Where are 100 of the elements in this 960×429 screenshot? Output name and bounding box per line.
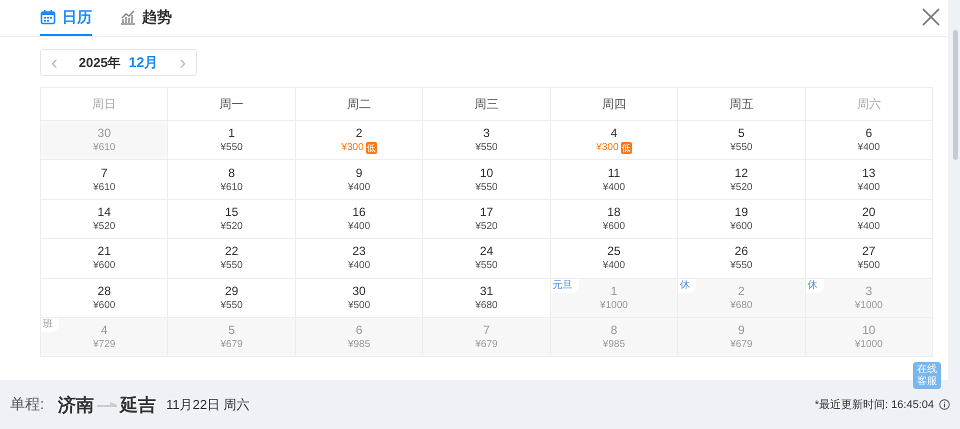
date-cell[interactable]: 24 ¥550 bbox=[423, 239, 551, 279]
price-label: ¥400 bbox=[858, 180, 880, 194]
price-label: ¥610 bbox=[93, 180, 116, 194]
price-label: ¥985 bbox=[602, 338, 626, 352]
day-number: 21 bbox=[98, 244, 111, 260]
date-cell[interactable]: 31 ¥680 bbox=[423, 278, 551, 318]
chart-icon bbox=[120, 9, 136, 25]
date-cell[interactable]: 21 ¥600 bbox=[41, 239, 168, 279]
day-number: 18 bbox=[607, 204, 621, 220]
day-number: 23 bbox=[352, 244, 366, 260]
price-label: ¥550 bbox=[730, 141, 752, 154]
travel-date: 11月22日 周六 bbox=[166, 396, 250, 414]
date-cell[interactable]: 1 ¥550 bbox=[168, 121, 296, 160]
date-cell[interactable]: 13 ¥400 bbox=[806, 160, 933, 200]
arrow-icon bbox=[97, 402, 118, 407]
price-label: ¥550 bbox=[730, 259, 752, 272]
scrollbar-thumb[interactable] bbox=[953, 30, 958, 160]
date-cell[interactable]: 5 ¥550 bbox=[678, 121, 806, 160]
price-label: ¥400 bbox=[348, 180, 370, 194]
lowest-price-badge: 低 bbox=[366, 142, 377, 154]
day-number: 17 bbox=[480, 204, 494, 220]
day-number: 5 bbox=[738, 126, 745, 142]
lowest-price-badge: 低 bbox=[620, 142, 632, 154]
price-label: ¥610 bbox=[93, 141, 116, 154]
info-icon[interactable] bbox=[939, 399, 950, 410]
day-number: 4 bbox=[100, 323, 108, 338]
price-label: ¥400 bbox=[348, 220, 370, 233]
date-cell[interactable]: 23 ¥400 bbox=[296, 239, 424, 279]
day-number: 31 bbox=[480, 284, 494, 299]
price-label: ¥610 bbox=[220, 180, 243, 194]
day-number: 12 bbox=[734, 166, 748, 181]
day-number: 22 bbox=[224, 244, 238, 260]
day-number: 25 bbox=[607, 244, 621, 260]
date-cell[interactable]: 27 ¥500 bbox=[806, 239, 933, 279]
date-cell[interactable]: 11 ¥400 bbox=[550, 160, 678, 200]
tab[interactable]: 趋势 bbox=[120, 0, 172, 36]
month-label: 12月 bbox=[128, 54, 158, 72]
date-cell[interactable]: 7 ¥610 bbox=[41, 160, 168, 200]
day-number: 30 bbox=[352, 284, 366, 299]
day-number: 3 bbox=[865, 284, 872, 299]
date-cell[interactable]: 3 ¥550 bbox=[423, 121, 551, 160]
date-cell[interactable]: 18 ¥600 bbox=[550, 200, 678, 240]
trip-type-label: 单程: bbox=[10, 395, 44, 414]
price-label: ¥600 bbox=[93, 259, 116, 272]
date-cell[interactable]: 6 ¥400 bbox=[806, 121, 933, 160]
day-number: 26 bbox=[734, 244, 748, 260]
date-cell[interactable]: 4 ¥300 低 bbox=[550, 121, 678, 160]
date-cell[interactable]: 22 ¥550 bbox=[168, 239, 296, 279]
price-label: ¥400 bbox=[858, 220, 880, 233]
day-number: 2 bbox=[738, 284, 745, 299]
day-number: 15 bbox=[224, 204, 238, 220]
date-cell[interactable]: 26 ¥550 bbox=[678, 239, 806, 279]
day-number: 5 bbox=[228, 323, 235, 338]
day-number: 8 bbox=[228, 166, 235, 181]
price-label: ¥729 bbox=[93, 338, 116, 352]
price-label: ¥679 bbox=[730, 338, 752, 352]
close-icon[interactable] bbox=[922, 8, 940, 26]
date-cell[interactable]: 9 ¥400 bbox=[296, 160, 424, 200]
date-cell[interactable]: 10 ¥550 bbox=[423, 160, 551, 200]
price-label: ¥520 bbox=[93, 220, 116, 233]
price-label: ¥550 bbox=[220, 141, 243, 154]
date-cell[interactable]: 14 ¥520 bbox=[41, 200, 168, 240]
day-number: 29 bbox=[224, 284, 238, 299]
date-cell[interactable]: 30 ¥500 bbox=[296, 278, 424, 318]
day-number: 11 bbox=[608, 166, 620, 181]
price-label: ¥520 bbox=[730, 180, 752, 194]
date-cell[interactable]: 16 ¥400 bbox=[296, 200, 424, 240]
update-time: *最近更新时间: 16:45:04 bbox=[814, 398, 934, 412]
day-number: 4 bbox=[610, 126, 618, 142]
date-cell[interactable]: 15 ¥520 bbox=[168, 200, 296, 240]
date-cell[interactable]: 25 ¥400 bbox=[550, 239, 678, 279]
price-label: ¥550 bbox=[220, 259, 243, 272]
price-label: ¥1000 bbox=[600, 298, 628, 312]
date-cell[interactable]: 28 ¥600 bbox=[41, 278, 168, 318]
day-number: 6 bbox=[865, 126, 872, 142]
date-cell[interactable]: 12 ¥520 bbox=[678, 160, 806, 200]
holiday-tag: 元旦 bbox=[550, 278, 579, 293]
price-label: ¥600 bbox=[93, 298, 116, 312]
origin-city: 济南 bbox=[58, 394, 94, 416]
date-cell[interactable]: 17 ¥520 bbox=[423, 200, 551, 240]
day-number: 20 bbox=[862, 204, 876, 220]
date-cell[interactable]: 29 ¥550 bbox=[168, 278, 296, 318]
price-label: ¥985 bbox=[348, 338, 370, 352]
date-cell[interactable]: 19 ¥600 bbox=[678, 200, 806, 240]
price-label: ¥400 bbox=[348, 259, 370, 272]
price-label: ¥550 bbox=[220, 298, 243, 312]
date-cell[interactable]: 20 ¥400 bbox=[806, 200, 933, 240]
price-label: ¥679 bbox=[220, 338, 243, 352]
price-label: ¥300 bbox=[596, 141, 619, 154]
day-number: 1 bbox=[610, 284, 618, 299]
price-label: ¥300 bbox=[341, 141, 364, 154]
day-number: 9 bbox=[356, 166, 362, 181]
day-number: 1 bbox=[228, 126, 235, 142]
holiday-tag: 班 bbox=[41, 318, 59, 332]
price-label: ¥500 bbox=[858, 259, 880, 272]
date-cell[interactable]: 2 ¥300 低 bbox=[296, 121, 424, 160]
price-label: ¥500 bbox=[348, 298, 370, 312]
price-label: ¥1000 bbox=[854, 298, 883, 312]
day-number: 27 bbox=[862, 244, 876, 260]
date-cell[interactable]: 8 ¥610 bbox=[168, 160, 296, 200]
